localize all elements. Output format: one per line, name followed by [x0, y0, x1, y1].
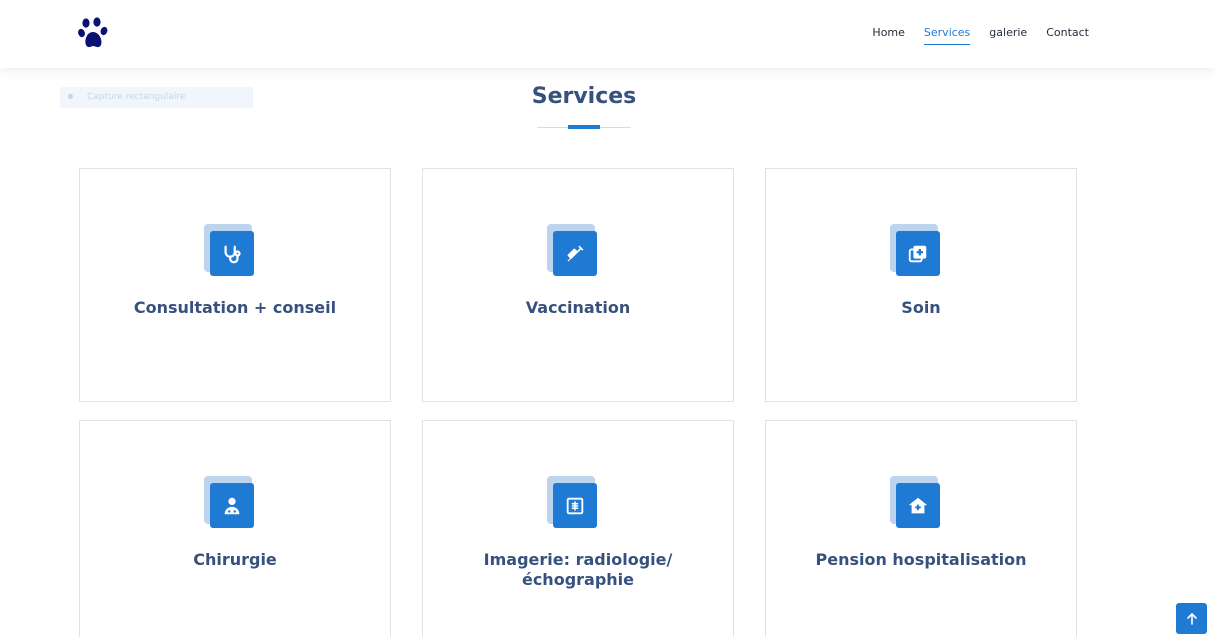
service-title: Soin [901, 298, 941, 317]
xray-icon [553, 483, 597, 528]
icon-box [547, 476, 597, 528]
service-card-imagerie[interactable]: Imagerie: radiologie/ échographie [422, 420, 734, 637]
stethoscope-icon [210, 231, 254, 276]
icon-box [890, 476, 940, 528]
arrow-up-icon [1186, 612, 1197, 625]
service-title: Consultation + conseil [133, 298, 337, 317]
icon-box [204, 476, 254, 528]
icon-box [547, 224, 597, 276]
nav-services[interactable]: Services [923, 26, 971, 45]
service-title: Vaccination [525, 298, 631, 317]
service-card-chirurgie[interactable]: Chirurgie [79, 420, 391, 637]
nav-contact[interactable]: Contact [1046, 26, 1089, 45]
nav-galerie[interactable]: galerie [989, 26, 1027, 45]
icon-box [204, 224, 254, 276]
icon-box [890, 224, 940, 276]
service-title: Pension hospitalisation [815, 550, 1027, 569]
paw-icon[interactable] [78, 17, 108, 51]
doctor-icon [210, 483, 254, 528]
back-to-top-button[interactable] [1176, 603, 1207, 634]
service-card-pension[interactable]: Pension hospitalisation [765, 420, 1077, 637]
service-title: Chirurgie [193, 550, 277, 569]
service-card-consultation[interactable]: Consultation + conseil [79, 168, 391, 402]
service-title: Imagerie: radiologie/ échographie [483, 550, 673, 589]
service-card-soin[interactable]: Soin [765, 168, 1077, 402]
medical-plus-icon [896, 231, 940, 276]
section-title: Services [531, 84, 637, 109]
nav-home[interactable]: Home [872, 26, 904, 45]
service-card-vaccination[interactable]: Vaccination [422, 168, 734, 402]
syringe-icon [553, 231, 597, 276]
site-header: Home Services galerie Contact [0, 0, 1215, 68]
hospital-house-icon [896, 483, 940, 528]
title-accent [568, 125, 600, 129]
main-nav: Home Services galerie Contact [872, 26, 1089, 45]
